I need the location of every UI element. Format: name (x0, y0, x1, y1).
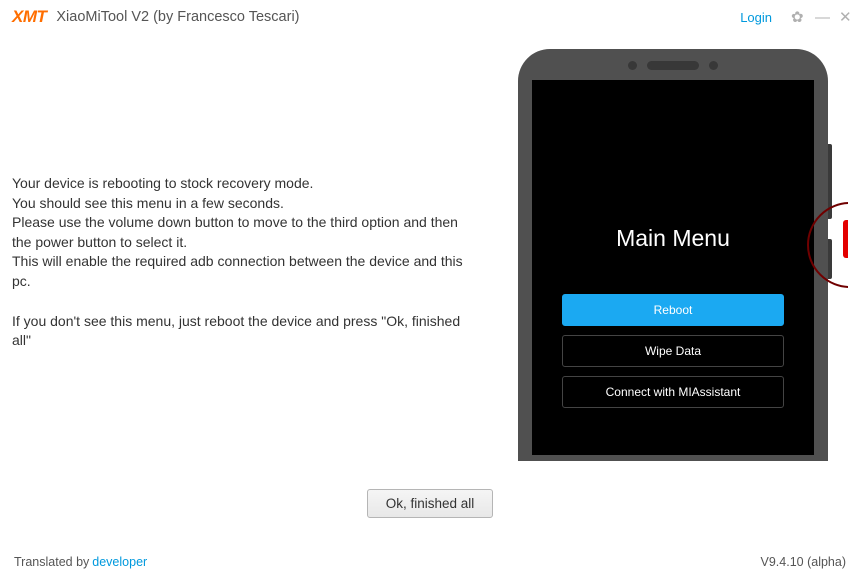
phone-frame: Main Menu Reboot Wipe Data Connect with … (518, 49, 828, 461)
settings-icon[interactable]: ✿ (790, 8, 804, 26)
app-logo: XMT (12, 7, 46, 27)
instruction-line: If you don't see this menu, just reboot … (12, 312, 470, 351)
press-hint-icon (788, 212, 848, 272)
ok-finished-button[interactable]: Ok, finished all (367, 489, 494, 518)
wipe-data-button: Wipe Data (562, 335, 784, 367)
instructions-pane: Your device is rebooting to stock recove… (12, 34, 488, 461)
title-bar: XMT XiaoMiTool V2 (by Francesco Tescari)… (0, 0, 860, 34)
instruction-line: This will enable the required adb connec… (12, 252, 470, 291)
version-label: V9.4.10 (alpha) (761, 555, 846, 569)
connect-miassistant-button: Connect with MIAssistant (562, 376, 784, 408)
instruction-line: Your device is rebooting to stock recove… (12, 174, 470, 194)
phone-screen: Main Menu Reboot Wipe Data Connect with … (532, 80, 814, 455)
instruction-line: You should see this menu in a few second… (12, 194, 470, 214)
action-bar: Ok, finished all (0, 461, 860, 546)
instructions-text: Your device is rebooting to stock recove… (12, 174, 470, 351)
close-button[interactable]: ✕ (838, 8, 852, 26)
phone-speaker (518, 61, 828, 70)
recovery-menu-title: Main Menu (532, 80, 814, 294)
window-controls: Login ✿ — ✕ (740, 8, 852, 26)
reboot-button: Reboot (562, 294, 784, 326)
login-link[interactable]: Login (740, 10, 772, 25)
recovery-menu-buttons: Reboot Wipe Data Connect with MIAssistan… (532, 294, 814, 408)
content-area: Your device is rebooting to stock recove… (0, 34, 860, 461)
translated-by-label: Translated by (14, 555, 89, 569)
instruction-line: Please use the volume down button to mov… (12, 213, 470, 252)
developer-link[interactable]: developer (92, 555, 147, 569)
device-preview-pane: Main Menu Reboot Wipe Data Connect with … (488, 34, 848, 461)
minimize-button[interactable]: — (814, 9, 828, 26)
footer: Translated by developer V9.4.10 (alpha) (14, 555, 846, 569)
app-title: XiaoMiTool V2 (by Francesco Tescari) (56, 9, 299, 25)
